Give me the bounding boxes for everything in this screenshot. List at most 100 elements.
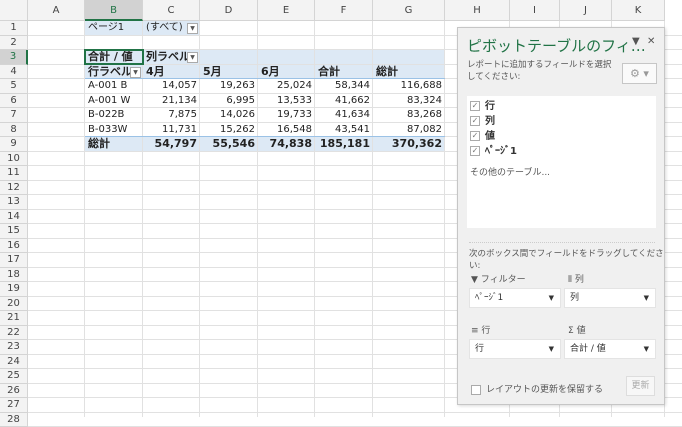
value-cell: 19,733 [258, 108, 315, 123]
column-header-cell: 合計 [315, 65, 373, 80]
value-cell: 41,662 [315, 94, 373, 109]
row-header-26[interactable]: 26 [0, 384, 28, 399]
row-header-19[interactable]: 19 [0, 282, 28, 297]
selected-cell [84, 49, 144, 65]
chevron-down-icon: ▼ [644, 340, 649, 358]
value-cell: 25,024 [258, 79, 315, 94]
select-all-corner[interactable] [0, 0, 28, 21]
row-header-10[interactable]: 10 [0, 152, 28, 167]
column-header-A[interactable]: A [28, 0, 85, 21]
row-header-3[interactable]: 3 [0, 50, 28, 65]
checkbox[interactable]: ✓ [470, 131, 480, 141]
grand-total-cell: 185,181 [315, 137, 373, 152]
columns-area-label: ⦀ 列 [568, 272, 584, 285]
chevron-down-icon: ▼ [549, 340, 554, 358]
value-cell: 41,634 [315, 108, 373, 123]
value-cell: 19,263 [200, 79, 258, 94]
row-header-27[interactable]: 27 [0, 398, 28, 413]
row-header-18[interactable]: 18 [0, 268, 28, 283]
pane-options-dropdown-icon[interactable]: ▼ [632, 36, 640, 47]
column-header-C[interactable]: C [143, 0, 200, 21]
gear-icon[interactable]: ⚙ ▾ [622, 63, 657, 84]
column-header-cell: 5月 [200, 65, 258, 80]
values-field-dropdown[interactable]: 合計 / 値▼ [564, 339, 656, 359]
field-item[interactable]: ✓値 [470, 130, 495, 144]
row-header-8[interactable]: 8 [0, 123, 28, 138]
filters-label: フィルター [481, 275, 526, 285]
checkbox[interactable]: ✓ [470, 101, 480, 111]
more-tables-link[interactable]: その他のテーブル... [470, 165, 550, 178]
field-item[interactable]: ✓ ﾍﾟｰｼﾞ1 [470, 145, 517, 159]
row-header-1[interactable]: 1 [0, 21, 28, 36]
value-cell: 43,541 [315, 123, 373, 138]
update-button[interactable]: 更新 [626, 376, 655, 396]
row-label: A-001 B [85, 79, 143, 94]
rows-field-dropdown[interactable]: 行▼ [469, 339, 561, 359]
row-header-13[interactable]: 13 [0, 195, 28, 210]
column-header-cell: 4月 [143, 65, 200, 80]
filters-field-dropdown[interactable]: ﾍﾟｰｼﾞ1▼ [469, 288, 561, 308]
column-header-F[interactable]: F [315, 0, 373, 21]
row-header-7[interactable]: 7 [0, 108, 28, 123]
column-header-E[interactable]: E [258, 0, 315, 21]
row-header-28[interactable]: 28 [0, 413, 28, 427]
value-cell: 15,262 [200, 123, 258, 138]
row-header-5[interactable]: 5 [0, 79, 28, 94]
row-header-14[interactable]: 14 [0, 210, 28, 225]
row-labels-filter-button[interactable]: ▼ [130, 67, 141, 78]
column-header-G[interactable]: G [373, 0, 445, 21]
field-item[interactable]: ✓行 [470, 100, 495, 114]
value-cell: 11,731 [143, 123, 200, 138]
row-header-12[interactable]: 12 [0, 181, 28, 196]
row-header-2[interactable]: 2 [0, 36, 28, 51]
column-labels-filter-button[interactable]: ▼ [187, 52, 198, 63]
field-name: 値 [485, 131, 495, 142]
column-header-cell: 総計 [373, 65, 445, 80]
row-header-15[interactable]: 15 [0, 224, 28, 239]
filter-dropdown-button[interactable]: ▼ [187, 23, 198, 34]
filters-value: ﾍﾟｰｼﾞ1 [475, 293, 503, 303]
values-label: 値 [577, 326, 586, 336]
column-header-H[interactable]: H [445, 0, 510, 21]
close-icon[interactable]: ✕ [647, 36, 655, 47]
column-header-K[interactable]: K [612, 0, 665, 21]
checkbox[interactable]: ✓ [470, 116, 480, 126]
column-header-D[interactable]: D [200, 0, 258, 21]
row-header-20[interactable]: 20 [0, 297, 28, 312]
pivot-border [85, 78, 445, 79]
grand-total-label: 総計 [85, 137, 143, 152]
row-header-11[interactable]: 11 [0, 166, 28, 181]
row-header-21[interactable]: 21 [0, 311, 28, 326]
column-header-B[interactable]: B [85, 0, 143, 21]
gridline [28, 412, 682, 413]
row-label: B-022B [85, 108, 143, 123]
column-header-I[interactable]: I [510, 0, 560, 21]
filter-label: ページ1 [85, 21, 143, 36]
value-cell: 7,875 [143, 108, 200, 123]
sigma-icon: Σ [568, 326, 577, 336]
row-header-22[interactable]: 22 [0, 326, 28, 341]
checkbox[interactable] [471, 385, 481, 395]
row-header-24[interactable]: 24 [0, 355, 28, 370]
row-header-25[interactable]: 25 [0, 369, 28, 384]
value-cell: 14,057 [143, 79, 200, 94]
pane-title: ピボットテーブルのフィ… [467, 35, 646, 56]
columns-field-dropdown[interactable]: 列▼ [564, 288, 656, 308]
row-header-23[interactable]: 23 [0, 340, 28, 355]
value-cell: 16,548 [258, 123, 315, 138]
field-name: ﾍﾟｰｼﾞ1 [485, 146, 517, 157]
column-header-J[interactable]: J [560, 0, 612, 21]
row-header-6[interactable]: 6 [0, 94, 28, 109]
field-item[interactable]: ✓列 [470, 115, 495, 129]
row-label: B-033W [85, 123, 143, 138]
filters-area-label: ▼ フィルター [471, 272, 526, 285]
rows-label: 行 [481, 326, 490, 336]
value-cell: 116,688 [373, 79, 445, 94]
row-header-17[interactable]: 17 [0, 253, 28, 268]
defer-layout-update-checkbox[interactable]: レイアウトの更新を保留する [471, 382, 603, 395]
row-header-4[interactable]: 4 [0, 65, 28, 80]
row-header-16[interactable]: 16 [0, 239, 28, 254]
row-header-9[interactable]: 9 [0, 137, 28, 152]
rows-value: 行 [475, 344, 484, 354]
checkbox[interactable]: ✓ [470, 146, 480, 156]
